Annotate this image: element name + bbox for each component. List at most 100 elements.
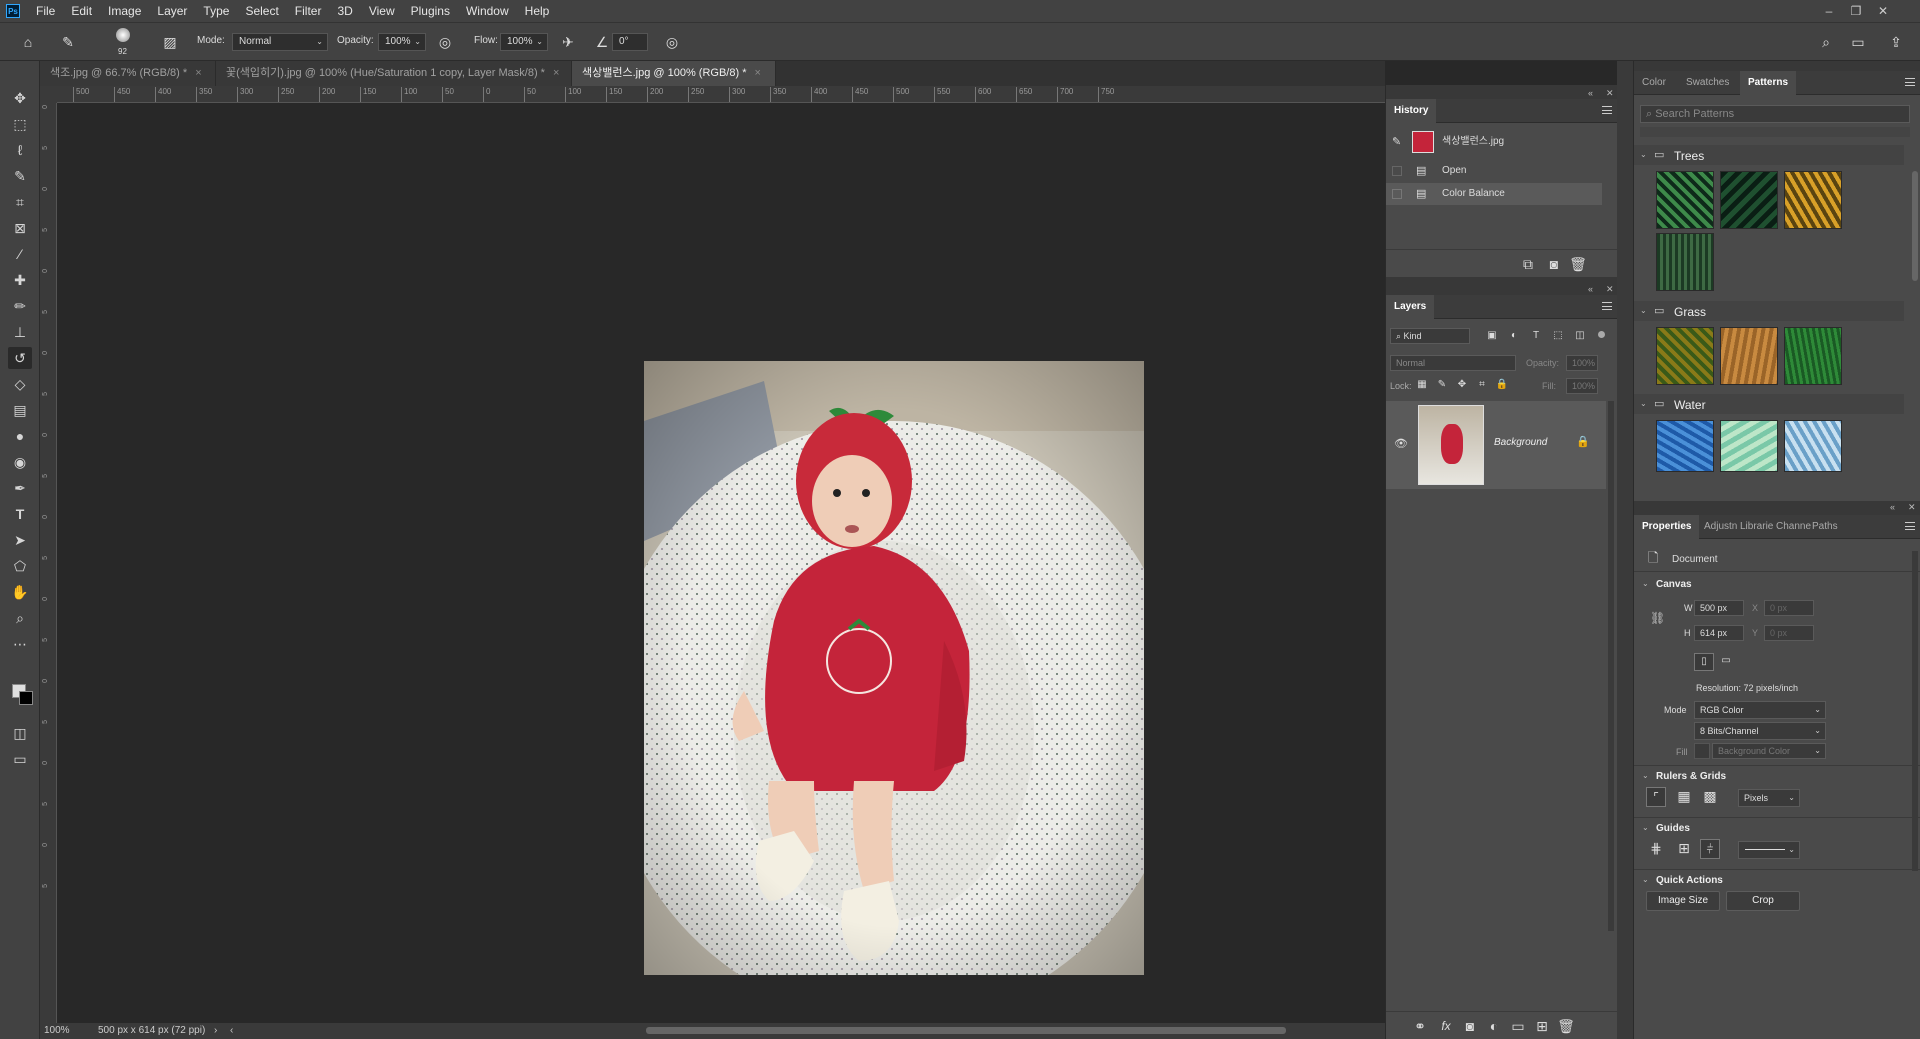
menu-edit[interactable]: Edit	[63, 0, 100, 22]
bit-depth-select[interactable]: 8 Bits/Channel ⌄	[1694, 722, 1826, 740]
filter-pixel-icon[interactable]: ▣	[1482, 326, 1502, 346]
filter-shape-icon[interactable]: ⬚	[1548, 326, 1568, 346]
lasso-tool-icon[interactable]: ℓ	[8, 139, 32, 161]
pixel-grid-icon[interactable]: ▩	[1700, 787, 1720, 807]
patterns-scrollbar[interactable]	[1912, 171, 1918, 281]
menu-3d[interactable]: 3D	[329, 0, 360, 22]
adjustment-layer-icon[interactable]: ◐	[1484, 1016, 1504, 1036]
pen-tool-icon[interactable]: ✒	[8, 477, 32, 499]
layer-fill-input[interactable]: 100%	[1566, 378, 1598, 394]
chevron-down-icon[interactable]: ⌄	[1640, 399, 1647, 408]
menu-window[interactable]: Window	[458, 0, 517, 22]
pattern-group-grass[interactable]: ⌄ ▭ Grass	[1634, 301, 1904, 321]
chevron-right-icon[interactable]: ›	[214, 1025, 217, 1036]
lock-icon[interactable]: 🔒	[1576, 435, 1590, 448]
close-icon[interactable]: ×	[754, 67, 760, 79]
lock-image-icon[interactable]: ✎	[1432, 375, 1452, 395]
canvas-area[interactable]	[57, 104, 1385, 1023]
history-snapshot[interactable]: ✎ 색상밸런스.jpg	[1386, 127, 1602, 157]
screen-mode-icon[interactable]: ▭	[8, 748, 32, 770]
quick-mask-icon[interactable]: ◫	[8, 722, 32, 744]
angle-input[interactable]: 0°	[612, 33, 648, 51]
pattern-grass-3[interactable]	[1784, 327, 1842, 385]
menu-layer[interactable]: Layer	[149, 0, 195, 22]
lock-artboard-icon[interactable]: ⌗	[1472, 375, 1492, 395]
height-input[interactable]: 614 px	[1694, 625, 1744, 641]
tab-document-1[interactable]: 색조.jpg @ 66.7% (RGB/8) * ×	[40, 61, 216, 86]
visibility-eye-icon[interactable]: 👁	[1394, 437, 1408, 450]
panel-menu-icon[interactable]	[1905, 522, 1915, 530]
pressure-size-icon[interactable]: ◎	[662, 32, 682, 52]
guide-style-select[interactable]: ⌄	[1738, 841, 1800, 859]
history-brush-checkbox[interactable]	[1392, 189, 1402, 199]
tab-swatches[interactable]: Swatches	[1678, 71, 1737, 95]
pattern-group-water[interactable]: ⌄ ▭ Water	[1634, 394, 1904, 414]
filter-smart-object-icon[interactable]: ◫	[1570, 326, 1590, 346]
tab-color[interactable]: Color	[1634, 71, 1674, 95]
pattern-grass-1[interactable]	[1656, 327, 1714, 385]
chevron-down-icon[interactable]: ⌄	[1640, 150, 1647, 159]
tab-properties[interactable]: Properties	[1634, 515, 1700, 539]
healing-brush-tool-icon[interactable]: ✚	[8, 269, 32, 291]
fill-select[interactable]: Background Color ⌄	[1712, 743, 1826, 759]
brush-tool-preset-icon[interactable]: ✎	[58, 32, 78, 52]
filter-type-icon[interactable]: T	[1526, 326, 1546, 346]
crop-button[interactable]: Crop	[1726, 891, 1800, 911]
brush-tool-icon[interactable]: ✏	[8, 295, 32, 317]
more-tools-icon[interactable]: ⋯	[8, 633, 32, 655]
collapse-icon[interactable]: «	[1588, 87, 1593, 99]
lock-position-icon[interactable]: ✥	[1452, 375, 1472, 395]
airbrush-icon[interactable]: ✈	[558, 32, 578, 52]
x-input[interactable]: 0 px	[1764, 600, 1814, 616]
pattern-water-1[interactable]	[1656, 420, 1714, 472]
blur-tool-icon[interactable]: ●	[8, 425, 32, 447]
lock-all-icon[interactable]: 🔒	[1492, 375, 1512, 395]
pressure-opacity-icon[interactable]: ◎	[435, 32, 455, 52]
chevron-down-icon[interactable]: ⌄	[1642, 771, 1649, 780]
new-document-from-state-icon[interactable]: ⧉	[1518, 254, 1538, 274]
folder-icon[interactable]: ▭	[1508, 1016, 1528, 1036]
marquee-tool-icon[interactable]: ⬚	[8, 113, 32, 135]
panel-menu-icon[interactable]	[1905, 78, 1915, 86]
close-icon[interactable]: ✕	[1606, 87, 1614, 99]
layers-scrollbar[interactable]	[1608, 401, 1614, 931]
close-icon[interactable]: ✕	[1908, 501, 1916, 513]
tab-document-3[interactable]: 색상밸런스.jpg @ 100% (RGB/8) * ×	[572, 61, 776, 86]
guides-from-shape-icon[interactable]: ⫩	[1700, 839, 1720, 859]
chevron-down-icon[interactable]: ⌄	[1642, 875, 1649, 884]
layers-tab[interactable]: Layers	[1386, 295, 1435, 319]
link-layers-icon[interactable]: ⚭	[1410, 1016, 1430, 1036]
chevron-down-icon[interactable]: ⌄	[1640, 306, 1647, 315]
layer-row-background[interactable]: 👁 Background 🔒	[1386, 401, 1606, 489]
close-window-button[interactable]: ✕	[1870, 0, 1896, 22]
gradient-tool-icon[interactable]: ▤	[8, 399, 32, 421]
move-tool-icon[interactable]: ✥	[8, 87, 32, 109]
pattern-tree-2[interactable]	[1720, 171, 1778, 229]
pattern-group-trees[interactable]: ⌄ ▭ Trees	[1634, 145, 1904, 165]
pattern-water-3[interactable]	[1784, 420, 1842, 472]
chevron-left-icon[interactable]: ‹	[230, 1025, 233, 1036]
menu-plugins[interactable]: Plugins	[403, 0, 458, 22]
menu-help[interactable]: Help	[517, 0, 558, 22]
quick-select-tool-icon[interactable]: ✎	[8, 165, 32, 187]
color-mode-select[interactable]: RGB Color ⌄	[1694, 701, 1826, 719]
history-brush-source-icon[interactable]: ✎	[1392, 127, 1401, 157]
frame-tool-icon[interactable]: ⊠	[8, 217, 32, 239]
fill-color-swatch[interactable]	[1694, 743, 1710, 759]
menu-view[interactable]: View	[361, 0, 403, 22]
landscape-icon[interactable]: ▭	[1716, 653, 1736, 671]
path-selection-tool-icon[interactable]: ➤	[8, 529, 32, 551]
opacity-input[interactable]: 100% ⌄	[378, 33, 426, 51]
document-info[interactable]: 500 px x 614 px (72 ppi)	[98, 1025, 205, 1036]
search-patterns-input[interactable]: ⌕ Search Patterns	[1640, 105, 1910, 123]
home-icon[interactable]: ⌂	[18, 32, 38, 52]
pattern-slider[interactable]	[1640, 127, 1910, 137]
panel-menu-icon[interactable]	[1602, 302, 1612, 310]
layer-name[interactable]: Background	[1494, 437, 1547, 448]
eyedropper-tool-icon[interactable]: ⁄	[8, 243, 32, 265]
search-icon[interactable]: ⌕	[1816, 32, 1836, 52]
pattern-tree-3[interactable]	[1784, 171, 1842, 229]
image-size-button[interactable]: Image Size	[1646, 891, 1720, 911]
dodge-tool-icon[interactable]: ◉	[8, 451, 32, 473]
flow-input[interactable]: 100% ⌄	[500, 33, 548, 51]
